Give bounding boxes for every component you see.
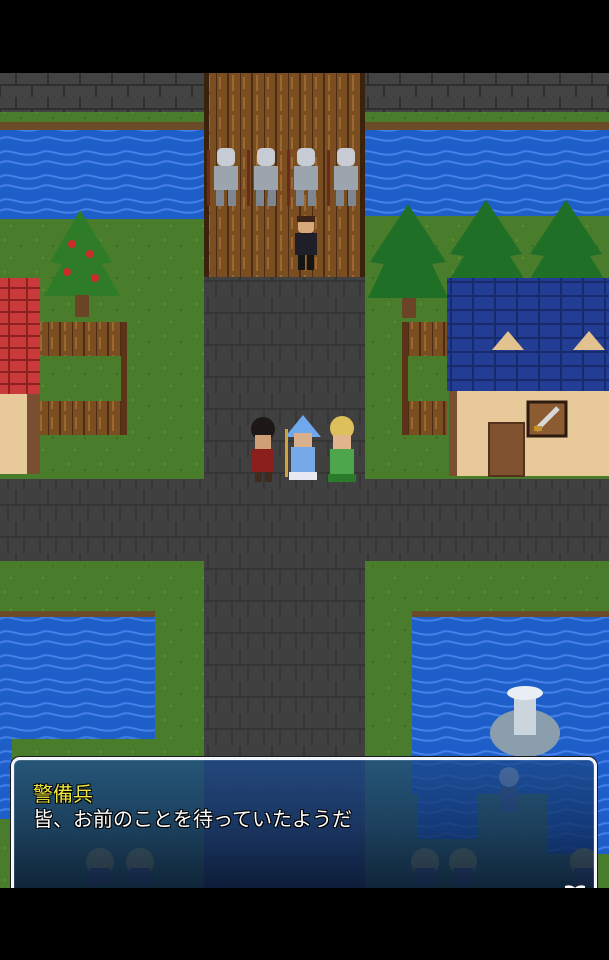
dialog-box[interactable]: 警備兵 皆、お前のことを待っていたようだ [11, 757, 597, 888]
party-members[interactable] [251, 415, 356, 482]
item-shop-house[interactable] [447, 278, 609, 477]
speaker-name: 警備兵 [33, 782, 93, 806]
left-house[interactable] [0, 278, 40, 474]
bottom-black-bar [0, 888, 609, 960]
book-icon[interactable] [564, 883, 586, 888]
east-west-road[interactable] [0, 479, 609, 561]
top-black-bar [0, 0, 609, 73]
game-screen[interactable]: 警備兵 皆、お前のことを待っていたようだ [0, 73, 609, 888]
dialog-message: 皆、お前のことを待っていたようだ [33, 807, 352, 831]
